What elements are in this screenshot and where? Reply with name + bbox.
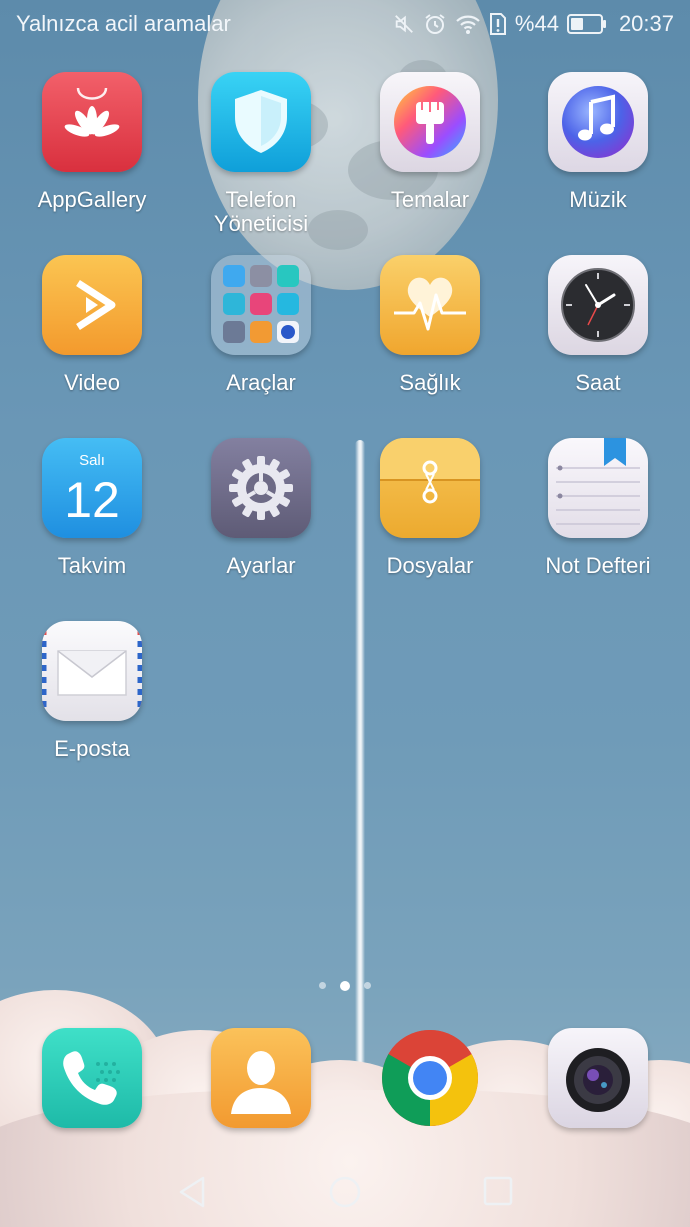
calendar-day-number: 12	[64, 472, 120, 528]
app-appgallery[interactable]: AppGallery	[7, 72, 177, 212]
app-not-defteri[interactable]: Not Defteri	[513, 438, 683, 578]
app-ayarlar[interactable]: Ayarlar	[176, 438, 346, 578]
page-dot[interactable]	[319, 982, 326, 989]
phone-manager-icon	[211, 72, 311, 172]
app-label: Video	[64, 370, 120, 395]
tools-folder-icon	[211, 255, 311, 355]
app-araclar-folder[interactable]: Araçlar	[176, 255, 346, 395]
app-saat[interactable]: Saat	[513, 255, 683, 395]
video-icon	[42, 255, 142, 355]
calendar-icon: Salı 12	[42, 438, 142, 538]
status-bar: Yalnızca acil aramalar %44 20:37	[0, 0, 690, 48]
dock-contacts[interactable]	[176, 1028, 346, 1128]
battery-percent: %44	[514, 11, 559, 36]
navigation-bar	[0, 1160, 690, 1227]
status-icons: %44 20:37	[393, 11, 674, 37]
app-label: Takvim	[57, 553, 127, 578]
app-label: Temalar	[390, 187, 470, 212]
app-label: AppGallery	[37, 187, 147, 212]
phone-icon	[42, 1028, 142, 1128]
themes-icon	[380, 72, 480, 172]
dock-chrome[interactable]	[345, 1028, 515, 1128]
app-label: Saat	[575, 370, 621, 395]
app-saglik[interactable]: Sağlık	[345, 255, 515, 395]
app-dosyalar[interactable]: Dosyalar	[345, 438, 515, 578]
calendar-day-name: Salı	[79, 452, 105, 469]
app-label: Telefon Yöneticisi	[213, 187, 309, 236]
app-label: Araçlar	[226, 370, 296, 395]
page-indicator	[0, 981, 690, 991]
app-e-posta[interactable]: E-posta	[7, 621, 177, 761]
home-icon[interactable]	[328, 1175, 362, 1214]
app-takvim[interactable]: Salı 12 Takvim	[7, 438, 177, 578]
wifi-icon	[455, 13, 481, 35]
carrier-text: Yalnızca acil aramalar	[16, 11, 231, 36]
app-telefon-yoneticisi[interactable]: Telefon Yöneticisi	[176, 72, 346, 236]
health-icon	[380, 255, 480, 355]
app-label: Not Defteri	[545, 553, 651, 578]
files-icon	[380, 438, 480, 538]
contacts-icon	[211, 1028, 311, 1128]
notepad-icon	[548, 438, 648, 538]
email-icon	[42, 621, 142, 721]
app-label: Müzik	[569, 187, 627, 212]
sim-alert-icon	[489, 12, 507, 36]
settings-icon	[211, 438, 311, 538]
mute-icon	[393, 13, 415, 35]
dock-phone[interactable]	[7, 1028, 177, 1128]
camera-icon	[548, 1028, 648, 1128]
app-label: Dosyalar	[386, 553, 474, 578]
page-dot[interactable]	[364, 982, 371, 989]
page-dot-active[interactable]	[340, 981, 350, 991]
clock-time: 20:37	[618, 11, 674, 36]
app-temalar[interactable]: Temalar	[345, 72, 515, 212]
app-label: E-posta	[54, 736, 130, 761]
appgallery-icon	[42, 72, 142, 172]
recents-icon[interactable]	[482, 1175, 514, 1212]
app-label: Sağlık	[399, 370, 461, 395]
app-label: Ayarlar	[226, 553, 296, 578]
app-muzik[interactable]: Müzik	[513, 72, 683, 212]
back-icon[interactable]	[176, 1175, 208, 1214]
alarm-icon	[423, 12, 447, 36]
chrome-icon	[380, 1028, 480, 1128]
dock-camera[interactable]	[513, 1028, 683, 1128]
music-icon	[548, 72, 648, 172]
battery-icon	[566, 13, 607, 35]
clock-icon	[548, 255, 648, 355]
app-video[interactable]: Video	[7, 255, 177, 395]
